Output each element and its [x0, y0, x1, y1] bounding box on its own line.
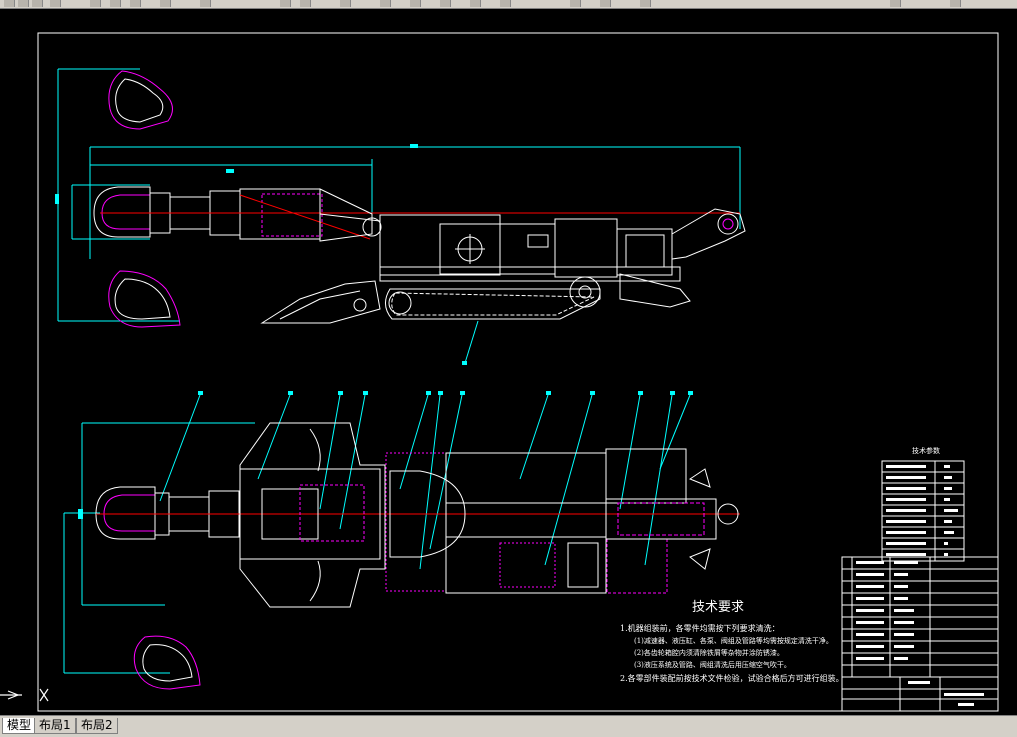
toolbar-button[interactable]: [380, 0, 391, 7]
toolbar-button[interactable]: [200, 0, 211, 7]
toolbar-button[interactable]: [160, 0, 171, 7]
toolbar-button[interactable]: [500, 0, 511, 7]
drawing-canvas[interactable]: 技术要求 1.机器组装前，各零件均需按下列要求清洗： (1)减速器、液压缸、各泵…: [0, 9, 1017, 715]
drawing-border: [37, 32, 999, 712]
tech-requirements: 技术要求 1.机器组装前，各零件均需按下列要求清洗： (1)减速器、液压缸、各泵…: [620, 600, 844, 683]
tab-layout1[interactable]: 布局1: [34, 718, 76, 734]
toolbar-button[interactable]: [640, 0, 651, 7]
toolbar-button[interactable]: [600, 0, 611, 7]
toolbar-button[interactable]: [570, 0, 581, 7]
side-view: [55, 68, 746, 365]
toolbar-button[interactable]: [18, 0, 29, 7]
layout-tab-bar: 模型 布局1 布局2: [0, 715, 1017, 737]
toolbar: [0, 0, 1017, 9]
toolbar-button[interactable]: [50, 0, 61, 7]
toolbar-button[interactable]: [440, 0, 451, 7]
toolbar-button[interactable]: [950, 0, 961, 7]
toolbar-button[interactable]: [890, 0, 901, 7]
toolbar-button[interactable]: [90, 0, 101, 7]
toolbar-button[interactable]: [410, 0, 421, 7]
tab-model[interactable]: 模型: [2, 718, 37, 734]
title-block: [841, 556, 999, 712]
toolbar-button[interactable]: [340, 0, 351, 7]
toolbar-button[interactable]: [32, 0, 43, 7]
drawing-svg: 技术要求 1.机器组装前，各零件均需按下列要求清洗： (1)减速器、液压缸、各泵…: [0, 32, 999, 712]
tech-req-line: 1.机器组装前，各零件均需按下列要求清洗：: [620, 623, 780, 633]
tech-req-line: 2.各零部件装配前按技术文件检验，试验合格后方可进行组装。: [620, 673, 844, 683]
tab-layout2[interactable]: 布局2: [76, 718, 118, 734]
tech-req-line: (1)减速器、液压缸、各泵、阀组及管路等均需按规定清洗干净。: [634, 636, 833, 645]
tech-params-table: 技术参数: [881, 446, 965, 562]
tech-requirements-title: 技术要求: [692, 600, 744, 615]
tech-req-line: (3)液压系统及管路、阀组清洗后用压缩空气吹干。: [634, 660, 791, 669]
toolbar-button[interactable]: [300, 0, 311, 7]
tech-req-line: (2)各齿轮箱腔内须清除铁屑等杂物并涂防锈漆。: [634, 648, 784, 657]
toolbar-button[interactable]: [130, 0, 141, 7]
tech-params-title: 技术参数: [912, 446, 940, 455]
ucs-icon: [0, 688, 49, 702]
toolbar-button[interactable]: [4, 0, 15, 7]
toolbar-button[interactable]: [470, 0, 481, 7]
toolbar-button[interactable]: [280, 0, 291, 7]
toolbar-button[interactable]: [110, 0, 121, 7]
